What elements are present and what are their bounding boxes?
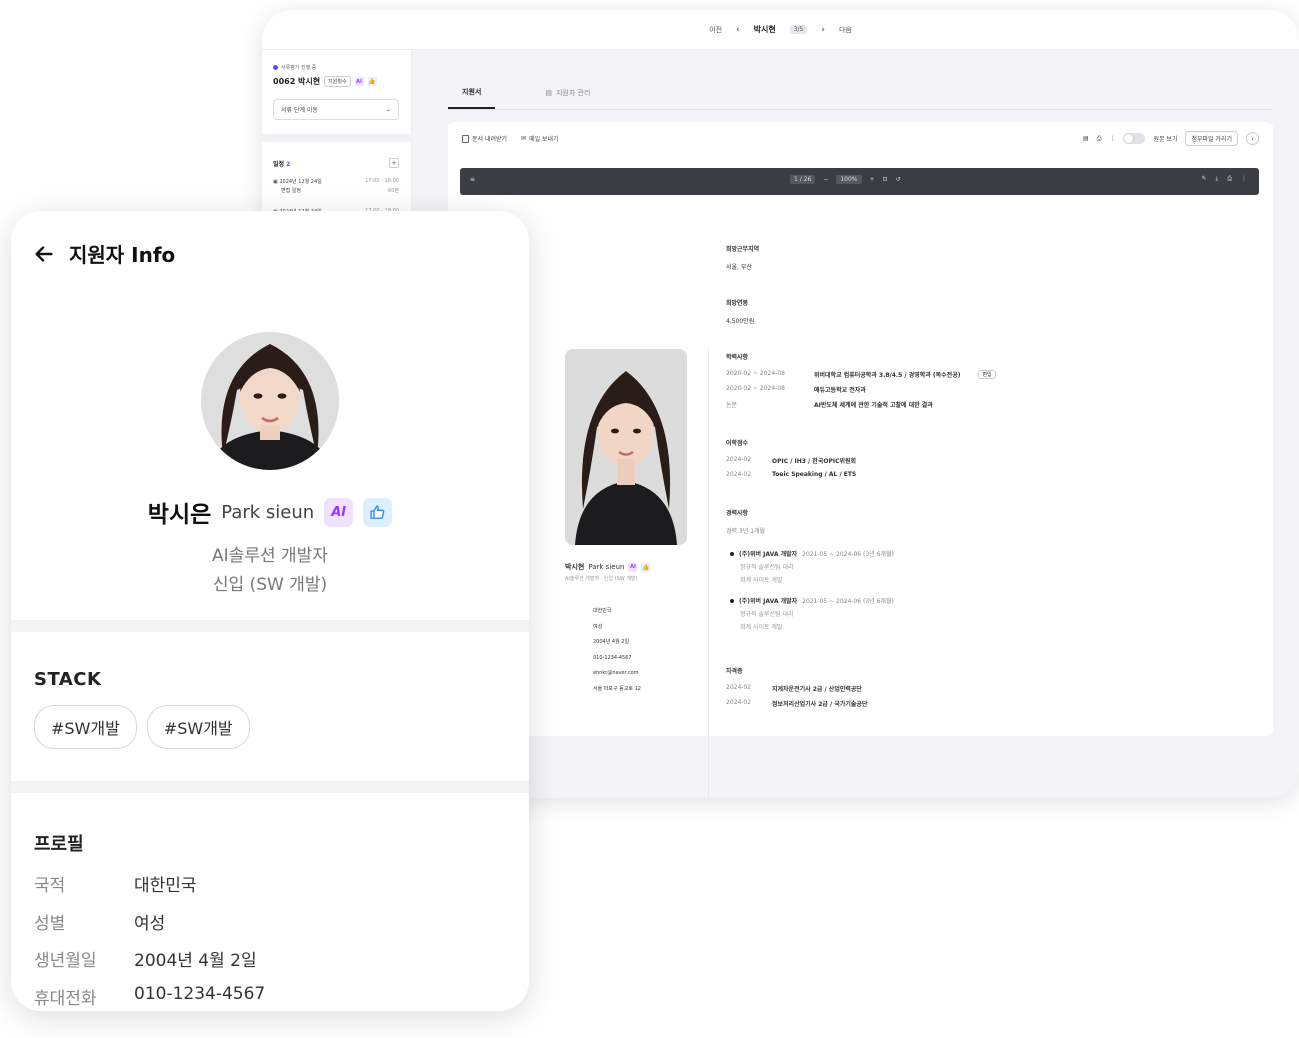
career-item: (주)위버 JAVA 개발자 2021-05 ~ 2024-06 (3년 6개월)… (739, 551, 894, 584)
schedule-item-sub: 면접 일정 60분 (281, 188, 399, 194)
divider (708, 349, 709, 798)
apply-count-tag: 지원횟수 (324, 76, 351, 87)
original-view-toggle[interactable] (1123, 133, 1146, 144)
applicant-info-card: 지원자 Info 박시은 Park sieun AI AI솔루션 개발자 신입 … (11, 211, 529, 1011)
stack-chip[interactable]: #SW개발 (146, 705, 250, 749)
schedule-item[interactable]: ▣ 2024년 12월 24일 17:00 - 18:00 (273, 178, 399, 185)
hide-attachments-button[interactable]: 첨부파일 가리기 (1185, 131, 1238, 146)
career-item: (주)위버 JAVA 개발자 2021-05 ~ 2024-06 (3년 6개월)… (739, 598, 894, 631)
add-schedule-button[interactable]: + (389, 158, 399, 168)
stage-select[interactable]: 서류 단계 이동 ⌄ (273, 99, 399, 120)
rotate-icon[interactable]: ↺ (896, 176, 901, 183)
thumbs-up-icon: 👍 (641, 562, 651, 572)
applicant-english-name: Park sieun (221, 501, 315, 523)
main-area: 지원서 ▤ 지원자 관리 문서 내려받기 ✉ 메일 보내기 ▤ ⎙ ⋮ 원본 보기… (412, 50, 1299, 798)
applicant-page-indicator: 3/5 (789, 25, 808, 34)
profile-row-phone: 휴대전화 010-1234-4567 (34, 984, 266, 1009)
collapse-chevron-icon[interactable]: ‹ (1246, 132, 1259, 145)
stack-chips: #SW개발 #SW개발 (34, 705, 250, 749)
current-applicant-name: 박시현 (753, 25, 776, 34)
more-icon[interactable]: ⋮ (1241, 175, 1247, 183)
resume-photo (565, 349, 687, 545)
status-badge: 서류평가 진행 중 (273, 64, 316, 71)
calendar-icon: ▤ (545, 88, 552, 97)
resume-region: 희망근무지역 서울, 부산 (726, 246, 760, 271)
document-actions: 문서 내려받기 ✉ 메일 보내기 (462, 134, 559, 143)
send-mail-button[interactable]: ✉ 메일 보내기 (521, 134, 559, 143)
print-icon[interactable]: ⎙ (1227, 175, 1232, 183)
tab-bar: 지원서 ▤ 지원자 관리 (448, 76, 1273, 110)
divider (262, 134, 412, 142)
profile-row-birthdate: 생년월일 2004년 4월 2일 (34, 951, 257, 971)
download-icon[interactable]: ⤓ (1216, 175, 1219, 183)
status-dot-icon (273, 65, 278, 70)
resume-language: 어학점수 2024-02 OPIC / IH3 / 한국OPIC위원회 2024-… (726, 440, 857, 478)
ai-badge-icon: AI (628, 562, 638, 572)
thumbs-up-icon[interactable] (363, 497, 393, 527)
stack-title: STACK (34, 669, 102, 690)
divider (11, 781, 529, 793)
memo-icon[interactable]: ▤ (1083, 135, 1089, 142)
applicant-role: AI솔루션 개발자 신입 (SW 개발) (212, 546, 328, 595)
fit-page-icon[interactable]: ⊡ (883, 176, 888, 183)
zoom-in-icon[interactable]: + (870, 176, 875, 183)
resume-license: 자격증 2024-02 지게차운전기사 2급 / 산업인력공단 2024-02 정보… (726, 668, 868, 708)
stack-chip[interactable]: #SW개발 (34, 705, 137, 749)
chevron-left-icon[interactable]: ‹ (736, 25, 740, 35)
pdf-page-input[interactable]: 1 / 26 (790, 175, 816, 184)
prev-applicant-button[interactable]: 이전 (709, 25, 722, 35)
profile-row-gender: 성별 여성 (34, 914, 166, 934)
resume-education: 학력사항 2020-02 ~ 2024-08 위버대학교 컴퓨터공학과 3.8/4… (726, 352, 996, 415)
ai-badge-icon: AI (354, 77, 364, 86)
chevron-right-icon[interactable]: › (821, 25, 825, 35)
resume-salary: 희망연봉 4,500만원 (726, 300, 755, 325)
download-document-button[interactable]: 문서 내려받기 (462, 134, 507, 143)
divider (11, 620, 529, 632)
pdf-toolbar: ≡ 1 / 26 − 100% + ⊡ ↺ ✎ ⤓ ⎙ ⋮ (460, 168, 1259, 195)
menu-icon[interactable]: ≡ (470, 176, 475, 183)
document-card: 문서 내려받기 ✉ 메일 보내기 ▤ ⎙ ⋮ 원본 보기 첨부파일 가리기 ‹ ≡… (448, 122, 1273, 798)
chevron-down-icon: ⌄ (385, 106, 391, 113)
applicant-navigator: 이전 ‹ 박시현 3/5 › 다음 (262, 10, 1299, 50)
profile-row-nationality: 국적 대한민국 (34, 876, 197, 896)
tab-applicant-management[interactable]: ▤ 지원자 관리 (531, 76, 604, 109)
schedule-count: 2 (286, 160, 291, 168)
profile-title: 프로필 (34, 834, 84, 855)
print-icon[interactable]: ⎙ (1097, 135, 1102, 143)
card-header: 지원자 Info (33, 239, 175, 268)
sidebar-applicant-name: 0062 박시현 지원횟수 AI 👍 (273, 76, 377, 87)
resume-left-info: 박시현 Park sieun AI 👍 AI솔루션 개발자 · 신입 (SW 개… (565, 562, 651, 692)
applicant-name-row: 박시은 Park sieun AI (11, 495, 529, 529)
page-title: 지원자 Info (69, 243, 176, 267)
resume-career: 경력사항 경력 3년 1개월 (주)위버 JAVA 개발자 2021-05 ~ 2… (726, 510, 894, 631)
zoom-out-icon[interactable]: − (823, 176, 828, 183)
back-arrow-icon[interactable] (33, 243, 55, 265)
portrait-image (201, 332, 339, 470)
mail-icon: ✉ (521, 135, 527, 142)
avatar (201, 332, 339, 470)
pen-icon[interactable]: ✎ (1202, 175, 1207, 183)
zoom-level[interactable]: 100% (836, 175, 862, 184)
file-icon (462, 134, 469, 143)
tab-application[interactable]: 지원서 (448, 76, 496, 109)
schedule-header: 일정 2 + (273, 158, 399, 168)
applicant-name: 박시은 (147, 502, 212, 528)
document-toolbar-right: ▤ ⎙ ⋮ 원본 보기 첨부파일 가리기 ‹ (1083, 131, 1259, 146)
portrait-image (565, 349, 687, 545)
thumbs-up-icon[interactable]: 👍 (367, 77, 377, 86)
more-icon[interactable]: ⋮ (1109, 135, 1115, 142)
next-applicant-button[interactable]: 다음 (839, 25, 852, 35)
ai-badge-icon: AI (324, 497, 354, 527)
